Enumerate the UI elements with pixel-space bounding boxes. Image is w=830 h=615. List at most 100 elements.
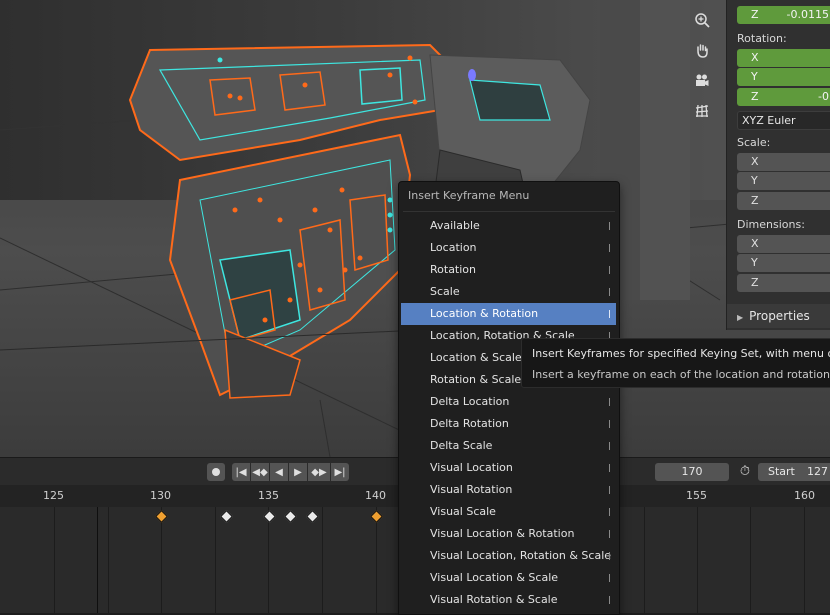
start-frame-field[interactable]: Start 127 xyxy=(758,463,830,481)
submenu-indicator xyxy=(609,222,610,230)
transform-sidebar: Z -0.0115 Rotation: X Y Z -0 XYZ Euler S… xyxy=(726,0,830,330)
menu-item-scale[interactable]: Scale xyxy=(401,281,616,303)
submenu-indicator xyxy=(609,266,610,274)
axis-label: Z xyxy=(751,90,759,103)
grid-icon[interactable] xyxy=(690,99,714,123)
record-keyframe-button[interactable] xyxy=(207,463,225,481)
start-frame-boundary xyxy=(97,507,98,613)
rotation-x-field[interactable]: X xyxy=(737,49,830,67)
grid-line xyxy=(54,507,55,613)
tick-label: 155 xyxy=(686,489,707,502)
axis-label: Z xyxy=(751,8,759,21)
submenu-indicator xyxy=(609,530,610,538)
start-label: Start xyxy=(768,465,795,478)
stopwatch-icon[interactable]: ⏱ xyxy=(736,463,754,481)
tick-label: 125 xyxy=(43,489,64,502)
location-z-value: -0.0115 xyxy=(786,8,829,21)
tick-label: 130 xyxy=(150,489,171,502)
submenu-indicator xyxy=(609,508,610,516)
menu-item-label: Location & Scale xyxy=(430,351,522,364)
menu-item-visual-location[interactable]: Visual Location xyxy=(401,457,616,479)
current-frame-field[interactable]: 170 xyxy=(655,463,729,481)
submenu-indicator xyxy=(609,398,610,406)
submenu-indicator xyxy=(609,310,610,318)
play-icon: ▶ xyxy=(294,466,302,478)
hand-pan-icon[interactable] xyxy=(690,38,714,62)
dimensions-y-field[interactable]: Y xyxy=(737,254,830,272)
jump-end-button[interactable]: ▶| xyxy=(331,463,349,481)
submenu-indicator xyxy=(609,574,610,582)
submenu-indicator xyxy=(609,288,610,296)
properties-header-label: Properties xyxy=(749,309,810,323)
menu-item-available[interactable]: Available xyxy=(401,215,616,237)
menu-item-label: Visual Scale xyxy=(430,505,496,518)
axis-label: X xyxy=(751,51,759,64)
next-keyframe-icon: ◆▶ xyxy=(311,466,327,478)
tooltip-detail: Insert a keyframe on each of the locatio… xyxy=(532,368,830,381)
location-z-field[interactable]: Z -0.0115 xyxy=(737,6,830,24)
axis-label: Y xyxy=(751,70,758,83)
submenu-indicator xyxy=(609,596,610,604)
submenu-indicator xyxy=(609,420,610,428)
scale-label: Scale: xyxy=(737,136,771,149)
menu-item-label: Visual Location xyxy=(430,461,513,474)
rotation-z-field[interactable]: Z -0 xyxy=(737,88,830,106)
jump-end-icon: ▶| xyxy=(334,466,346,478)
tick-label: 140 xyxy=(365,489,386,502)
rotation-mode-select[interactable]: XYZ Euler xyxy=(737,111,830,130)
menu-item-label: Visual Rotation xyxy=(430,483,513,496)
tooltip: Insert Keyframes for specified Keying Se… xyxy=(521,338,830,388)
axis-label: Z xyxy=(751,276,759,289)
prev-keyframe-icon: ◀◆ xyxy=(252,466,268,478)
menu-item-visual-location-rotation-scale[interactable]: Visual Location, Rotation & Scale xyxy=(401,545,616,567)
dimensions-label: Dimensions: xyxy=(737,218,805,231)
menu-item-location[interactable]: Location xyxy=(401,237,616,259)
scale-x-field[interactable]: X xyxy=(737,153,830,171)
jump-start-button[interactable]: |◀ xyxy=(232,463,250,481)
menu-item-rotation[interactable]: Rotation xyxy=(401,259,616,281)
menu-item-delta-location[interactable]: Delta Location xyxy=(401,391,616,413)
dimensions-x-field[interactable]: X xyxy=(737,235,830,253)
menu-item-visual-rotation-scale[interactable]: Visual Rotation & Scale xyxy=(401,589,616,611)
menu-item-label: Location & Rotation xyxy=(430,307,539,320)
triangle-right-icon: ▶ xyxy=(737,313,744,322)
record-icon xyxy=(212,468,220,476)
grid-line xyxy=(322,507,323,613)
menu-item-visual-rotation[interactable]: Visual Rotation xyxy=(401,479,616,501)
properties-panel-header[interactable]: ▶ Properties xyxy=(727,304,830,328)
tick-label: 135 xyxy=(258,489,279,502)
play-button[interactable]: ▶ xyxy=(289,463,307,481)
insert-keyframe-menu: Insert Keyframe Menu Available Location Ro… xyxy=(398,181,620,615)
axis-label: X xyxy=(751,155,759,168)
prev-keyframe-button[interactable]: ◀◆ xyxy=(251,463,269,481)
scale-y-field[interactable]: Y xyxy=(737,172,830,190)
submenu-indicator xyxy=(609,486,610,494)
tooltip-description: Insert Keyframes for specified Keying Se… xyxy=(532,347,830,360)
menu-item-label: Available xyxy=(430,219,480,232)
menu-item-visual-scale[interactable]: Visual Scale xyxy=(401,501,616,523)
menu-item-delta-rotation[interactable]: Delta Rotation xyxy=(401,413,616,435)
axis-label: Z xyxy=(751,194,759,207)
menu-item-label: Visual Location & Scale xyxy=(430,571,559,584)
axis-label: X xyxy=(751,237,759,250)
menu-title: Insert Keyframe Menu xyxy=(408,189,530,202)
zoom-icon[interactable] xyxy=(690,8,714,32)
menu-item-visual-location-scale[interactable]: Visual Location & Scale xyxy=(401,567,616,589)
rotation-y-field[interactable]: Y xyxy=(737,68,830,86)
dimensions-z-field[interactable]: Z xyxy=(737,274,830,292)
camera-icon[interactable] xyxy=(690,69,714,93)
menu-item-label: Scale xyxy=(430,285,460,298)
menu-separator xyxy=(403,211,615,212)
grid-line xyxy=(108,507,109,613)
grid-line xyxy=(750,507,751,613)
start-value: 127 xyxy=(807,465,828,478)
scale-z-field[interactable]: Z xyxy=(737,192,830,210)
play-reverse-button[interactable]: ◀ xyxy=(270,463,288,481)
menu-item-location-rotation[interactable]: Location & Rotation xyxy=(401,303,616,325)
next-keyframe-button[interactable]: ◆▶ xyxy=(308,463,330,481)
menu-item-visual-location-rotation[interactable]: Visual Location & Rotation xyxy=(401,523,616,545)
menu-item-delta-scale[interactable]: Delta Scale xyxy=(401,435,616,457)
axis-label: Y xyxy=(751,174,758,187)
menu-item-label: Location xyxy=(430,241,477,254)
menu-item-label: Rotation & Scale xyxy=(430,373,522,386)
